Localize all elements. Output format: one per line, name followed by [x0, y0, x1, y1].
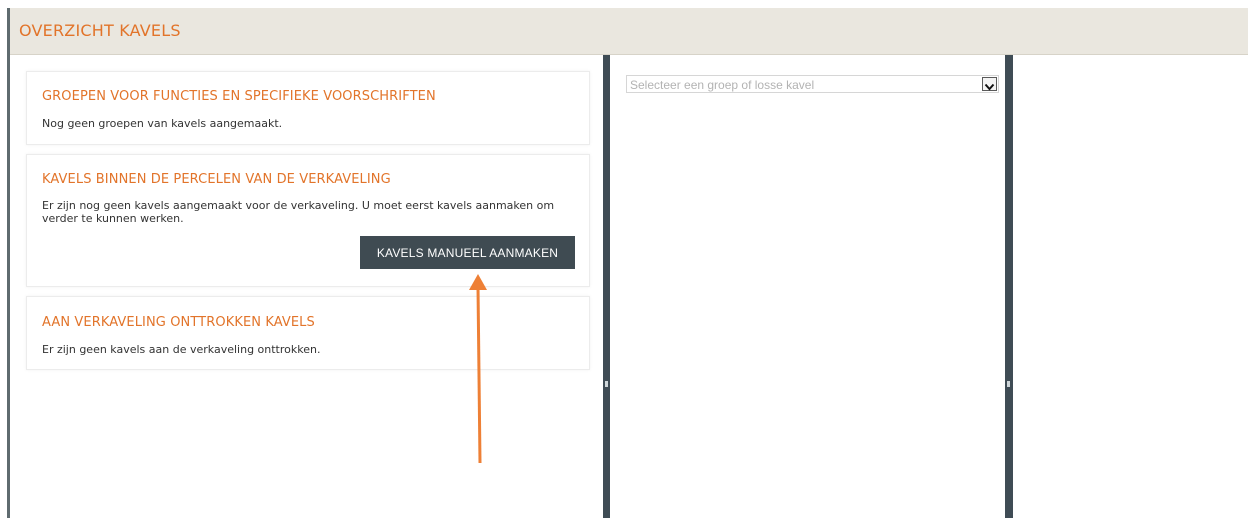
groups-card: GROEPEN VOOR FUNCTIES EN SPECIFIEKE VOOR… [26, 71, 590, 145]
plots-card: KAVELS BINNEN DE PERCELEN VAN DE VERKAVE… [26, 154, 590, 287]
page-title: OVERZICHT KAVELS [19, 21, 181, 40]
withdrawn-plots-card: AAN VERKAVELING ONTTROKKEN KAVELS Er zij… [26, 296, 590, 370]
groups-card-title: GROEPEN VOOR FUNCTIES EN SPECIFIEKE VOOR… [42, 89, 436, 104]
group-select[interactable]: Selecteer een groep of losse kavel [626, 75, 999, 93]
left-panel: GROEPEN VOOR FUNCTIES EN SPECIFIEKE VOOR… [10, 55, 603, 518]
splitter-handle[interactable] [605, 381, 608, 387]
groups-card-text: Nog geen groepen van kavels aangemaakt. [42, 117, 283, 130]
panel-splitter-right[interactable] [1005, 55, 1013, 518]
withdrawn-card-title: AAN VERKAVELING ONTTROKKEN KAVELS [42, 315, 315, 330]
plots-card-title: KAVELS BINNEN DE PERCELEN VAN DE VERKAVE… [42, 172, 391, 187]
right-panel [1013, 55, 1248, 518]
splitter-handle[interactable] [1007, 381, 1010, 387]
page-header: OVERZICHT KAVELS [10, 8, 1248, 55]
panel-splitter-left[interactable] [603, 55, 610, 518]
withdrawn-card-text: Er zijn geen kavels aan de verkaveling o… [42, 343, 321, 356]
create-plots-manually-button[interactable]: KAVELS MANUEEL AANMAKEN [360, 236, 575, 269]
middle-panel: Selecteer een groep of losse kavel [610, 55, 1004, 518]
plots-card-text: Er zijn nog geen kavels aangemaakt voor … [42, 199, 555, 225]
chevron-down-icon[interactable] [982, 77, 997, 91]
group-select-placeholder: Selecteer een groep of losse kavel [630, 78, 815, 92]
